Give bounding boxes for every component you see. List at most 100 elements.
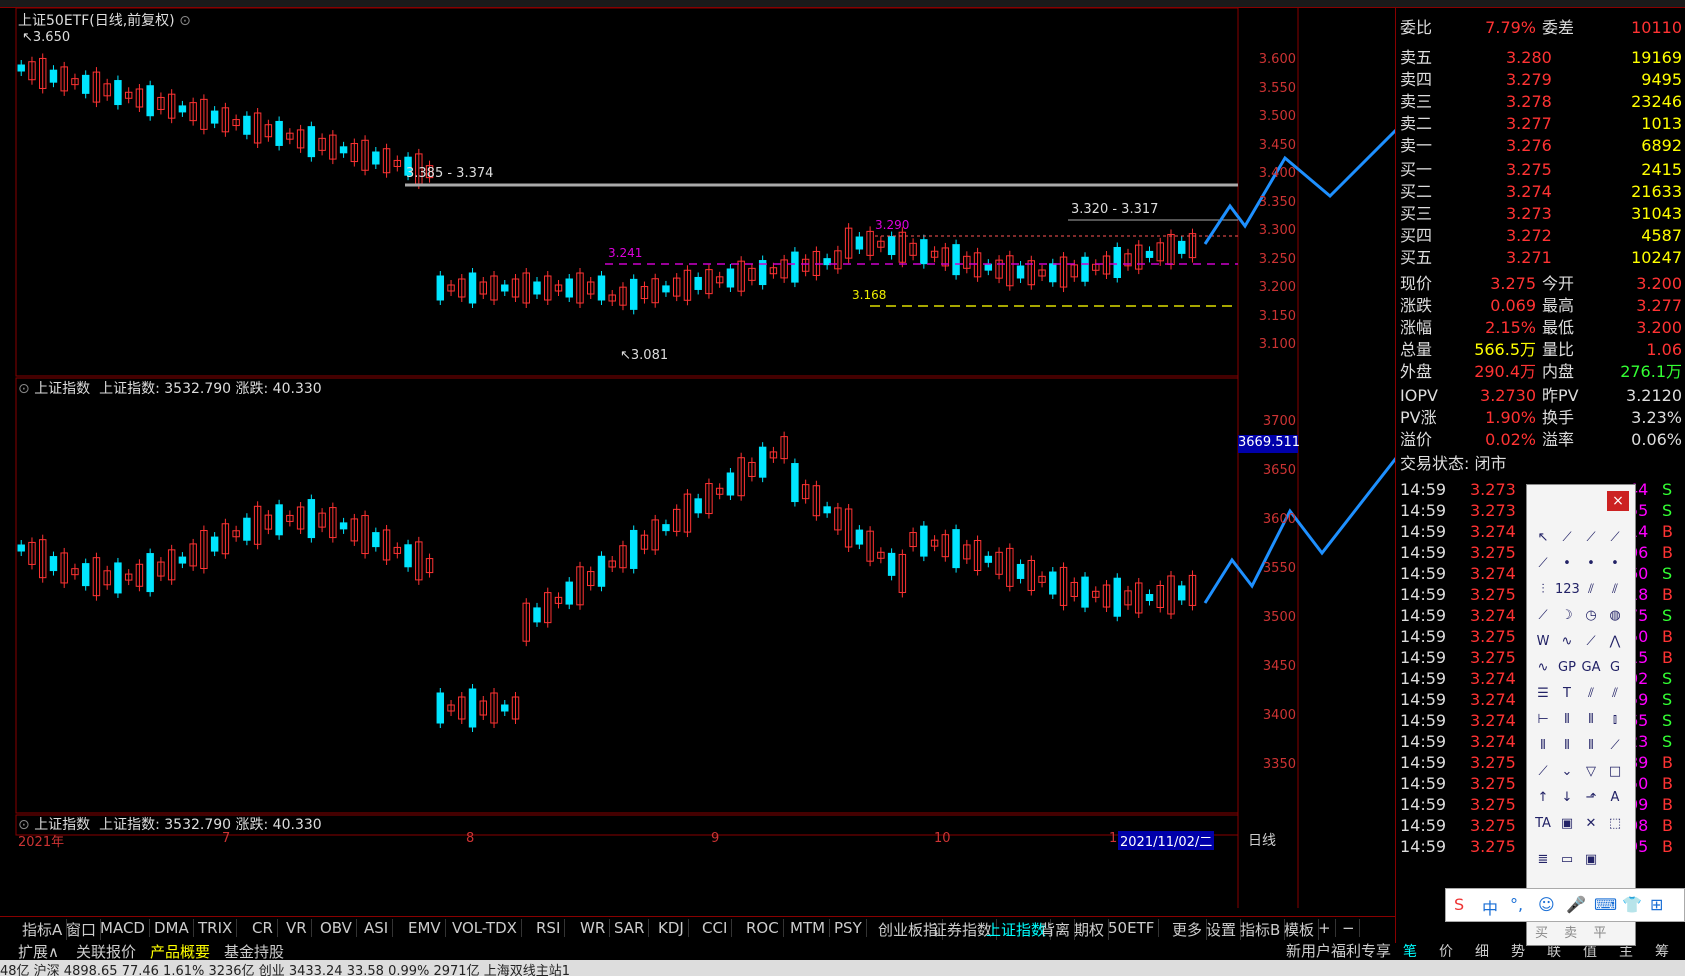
- bid-row[interactable]: 买四 3.272 4587: [1396, 224, 1685, 248]
- draw-tool-icon[interactable]: [1603, 837, 1627, 863]
- draw-tool-icon[interactable]: ∿: [1531, 655, 1555, 681]
- draw-tool-icon[interactable]: ⦀: [1579, 733, 1603, 759]
- quote-tab[interactable]: 势: [1511, 941, 1525, 961]
- draw-tool-icon[interactable]: ☽: [1555, 603, 1579, 629]
- indicator-tab[interactable]: ASI: [360, 919, 394, 937]
- ext-tab[interactable]: 产品概要: [150, 941, 210, 962]
- bid-row[interactable]: 买一 3.275 2415: [1396, 158, 1685, 182]
- indicator-tab[interactable]: OBV: [316, 919, 357, 937]
- indicator-tabs[interactable]: 指标A 窗口 MACD DMA TRIX CR VR OBV ASI EMV VOL-TDX RSI W…: [0, 916, 1395, 940]
- draw-tool-icon[interactable]: ⟋: [1555, 525, 1579, 551]
- indicator-tab[interactable]: VOL-TDX: [448, 919, 522, 937]
- draw-tool-icon[interactable]: ⫽: [1603, 681, 1627, 707]
- ask-row[interactable]: 卖三 3.278 23246: [1396, 90, 1685, 114]
- indicator-tab[interactable]: ROC: [742, 919, 784, 937]
- draw-tool-icon[interactable]: ↑: [1531, 785, 1555, 811]
- draw-tool-icon[interactable]: T: [1555, 681, 1579, 707]
- indicator-tab[interactable]: RSI: [532, 919, 566, 937]
- ime-icon[interactable]: 👕: [1622, 895, 1642, 914]
- indicator-tab[interactable]: MTM: [786, 919, 831, 937]
- draw-tool-icon[interactable]: •: [1579, 551, 1603, 577]
- ime-icon[interactable]: 🎤: [1566, 895, 1586, 914]
- ime-icon[interactable]: ⌨: [1594, 895, 1617, 914]
- indicator-tab[interactable]: 指标B: [1236, 919, 1286, 940]
- draw-tool-icon[interactable]: ⬚: [1603, 811, 1627, 837]
- draw-tool-icon[interactable]: •: [1555, 551, 1579, 577]
- quote-tab[interactable]: 细: [1475, 941, 1489, 961]
- extension-tabs[interactable]: 扩展∧ 关联报价 产品概要 基金持股: [0, 940, 1395, 962]
- draw-tool-icon[interactable]: W: [1531, 629, 1555, 655]
- indicator-tab[interactable]: CCI: [698, 919, 733, 937]
- ask-row[interactable]: 卖一 3.276 6892: [1396, 134, 1685, 158]
- draw-tool-icon[interactable]: ◷: [1579, 603, 1603, 629]
- quote-tab[interactable]: 价: [1439, 941, 1453, 961]
- close-button[interactable]: ×: [1607, 491, 1629, 511]
- indicator-tab[interactable]: MACD: [96, 919, 150, 937]
- draw-tool-icon[interactable]: ⦀: [1579, 707, 1603, 733]
- draw-tool-icon[interactable]: ⟋: [1603, 525, 1627, 551]
- draw-tool-icon[interactable]: G: [1603, 655, 1627, 681]
- indicator-tab[interactable]: −: [1338, 919, 1360, 937]
- ime-icon[interactable]: ⊞: [1650, 895, 1663, 914]
- indicator-tab[interactable]: KDJ: [654, 919, 689, 937]
- draw-tool-icon[interactable]: ◍: [1603, 603, 1627, 629]
- indicator-tab[interactable]: VR: [282, 919, 312, 937]
- draw-tool-icon[interactable]: ≣: [1531, 847, 1555, 873]
- draw-tool-icon[interactable]: ▣: [1579, 847, 1603, 873]
- draw-tool-icon[interactable]: ↖: [1531, 525, 1555, 551]
- new-user-link[interactable]: 新用户福利专享: [1286, 940, 1391, 961]
- draw-tool-icon[interactable]: ⫶: [1531, 577, 1555, 603]
- indicator-tab[interactable]: WR: [576, 919, 611, 937]
- candlestick-charts[interactable]: [0, 8, 1395, 908]
- draw-tool-icon[interactable]: ⦀: [1555, 733, 1579, 759]
- draw-tool-icon[interactable]: ⟋: [1603, 733, 1627, 759]
- draw-tool-icon[interactable]: ⫽: [1579, 577, 1603, 603]
- ask-row[interactable]: 卖五 3.280 19169: [1396, 46, 1685, 70]
- ime-icon[interactable]: 中: [1482, 895, 1498, 919]
- ime-icon[interactable]: ☺: [1538, 895, 1555, 914]
- draw-tool-icon[interactable]: ⟋: [1531, 551, 1555, 577]
- draw-tool-icon[interactable]: ⬏: [1579, 785, 1603, 811]
- trade-buttons[interactable]: 买 卖 平: [1535, 922, 1630, 941]
- draw-tool-icon[interactable]: •: [1603, 551, 1627, 577]
- ask-row[interactable]: 卖四 3.279 9495: [1396, 68, 1685, 92]
- ask-row[interactable]: 卖二 3.277 1013: [1396, 112, 1685, 136]
- drawing-toolbox[interactable]: × ↖ ⟋ ⟋ ⟋⟋ • • •⫶ 123 ⫽ ⫽⟋ ☽ ◷ ◍W ∿ ⟋ ⋀∿ GP GA G☰ T ⫽ ⫽⊢ ⦀ ⦀ ⫾⦀ ⦀…: [1526, 484, 1636, 946]
- draw-tool-icon[interactable]: TA: [1531, 811, 1555, 837]
- chart-area[interactable]: 上证50ETF(日线,前复权) ⊙ ↖3.650 ↖3.081 3.385 - …: [0, 8, 1395, 908]
- draw-tool-icon[interactable]: ⊢: [1531, 707, 1555, 733]
- draw-tool-icon[interactable]: A: [1603, 785, 1627, 811]
- draw-tool-icon[interactable]: GA: [1579, 655, 1603, 681]
- draw-tool-icon[interactable]: ▣: [1555, 811, 1579, 837]
- ext-tab[interactable]: 扩展∧: [18, 941, 59, 962]
- draw-tool-icon[interactable]: ↓: [1555, 785, 1579, 811]
- bid-row[interactable]: 买三 3.273 31043: [1396, 202, 1685, 226]
- draw-tool-icon[interactable]: ⟋: [1579, 525, 1603, 551]
- draw-tool-icon[interactable]: ☰: [1531, 681, 1555, 707]
- draw-tool-icon[interactable]: ⦀: [1555, 707, 1579, 733]
- ime-icon[interactable]: S: [1454, 895, 1464, 914]
- draw-tool-icon[interactable]: ⫽: [1579, 681, 1603, 707]
- draw-tool-icon[interactable]: ⌄: [1555, 759, 1579, 785]
- indicator-tab[interactable]: 指标A: [18, 919, 68, 940]
- draw-tool-icon[interactable]: ⫽: [1603, 577, 1627, 603]
- draw-tool-icon[interactable]: □: [1603, 759, 1627, 785]
- draw-tool-icon[interactable]: ✕: [1579, 811, 1603, 837]
- quote-tab[interactable]: 笔: [1403, 941, 1417, 961]
- ext-tab[interactable]: 关联报价: [76, 941, 136, 962]
- draw-tool-icon[interactable]: ⟋: [1531, 759, 1555, 785]
- indicator-tab[interactable]: TRIX: [194, 919, 238, 937]
- draw-tool-icon[interactable]: ▽: [1579, 759, 1603, 785]
- ime-icon[interactable]: °,: [1510, 895, 1523, 914]
- ime-toolbar[interactable]: S 中 °, ☺ 🎤 ⌨ 👕 ⊞: [1445, 888, 1685, 922]
- indicator-tab[interactable]: DMA: [150, 919, 194, 937]
- draw-tool-icon[interactable]: ⫾: [1603, 707, 1627, 733]
- indicator-tab[interactable]: EMV: [404, 919, 446, 937]
- draw-tool-icon[interactable]: ∿: [1555, 629, 1579, 655]
- ext-tab[interactable]: 基金持股: [224, 941, 284, 962]
- bid-row[interactable]: 买二 3.274 21633: [1396, 180, 1685, 204]
- draw-tool-icon[interactable]: 123: [1555, 577, 1580, 603]
- quote-tab[interactable]: 筹: [1655, 941, 1669, 961]
- bid-row[interactable]: 买五 3.271 10247: [1396, 246, 1685, 270]
- draw-tool-icon[interactable]: ⦀: [1531, 733, 1555, 759]
